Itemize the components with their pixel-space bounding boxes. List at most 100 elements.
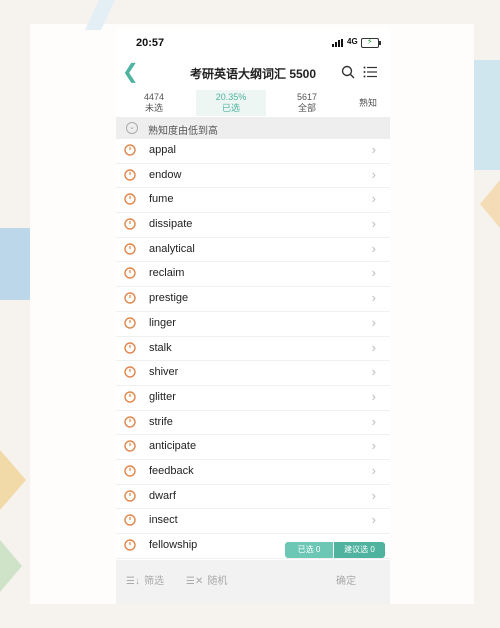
list-item[interactable]: appal ›	[116, 139, 390, 164]
network-label: 4G	[347, 37, 358, 46]
tab-label: 全部	[297, 103, 316, 113]
list-item[interactable]: dwarf ›	[116, 485, 390, 510]
selected-count-pill[interactable]: 已选 0	[285, 542, 333, 558]
tab-count: 5617	[296, 92, 318, 102]
tab-all[interactable]: 5617 全部	[270, 90, 344, 116]
word-label: strife	[149, 415, 173, 428]
list-item[interactable]: shiver ›	[116, 361, 390, 386]
progress-clock-icon	[124, 341, 136, 354]
list-item[interactable]: anticipate ›	[116, 435, 390, 460]
progress-clock-icon	[124, 391, 136, 403]
filter-label: 筛选	[143, 576, 164, 587]
chevron-right-icon: ›	[371, 388, 376, 404]
word-label: dwarf	[149, 489, 176, 502]
decor-shape	[0, 228, 30, 300]
progress-clock-icon	[124, 514, 136, 527]
signal-icon	[332, 39, 345, 47]
progress-clock-icon	[124, 465, 136, 477]
chevron-right-icon: ›	[371, 314, 376, 330]
random-button[interactable]: ☰✕ 随机	[186, 572, 227, 587]
progress-clock-icon	[124, 489, 136, 502]
chevron-right-icon: ›	[371, 438, 376, 454]
chevron-right-icon: ›	[371, 364, 376, 380]
progress-clock-icon	[124, 292, 136, 304]
chevron-right-icon: ›	[371, 290, 376, 306]
chevron-down-icon: ⌄	[126, 122, 138, 134]
word-label: reclaim	[149, 267, 185, 280]
word-label: fume	[149, 193, 174, 206]
chevron-right-icon: ›	[371, 265, 376, 281]
decor-shape	[0, 540, 22, 592]
chevron-right-icon: ›	[371, 142, 376, 157]
nav-bar: ❮ 考研英语大纲词汇 5500	[116, 58, 390, 88]
progress-clock-icon	[124, 243, 136, 255]
tab-bar: 4474 未选 20.35% 已选 5617 全部 熟知	[116, 90, 390, 116]
word-label: prestige	[149, 292, 189, 305]
list-item[interactable]: insect ›	[116, 509, 390, 534]
list-item[interactable]: dissipate ›	[116, 213, 390, 238]
chevron-right-icon: ›	[371, 166, 376, 182]
search-icon[interactable]	[340, 64, 356, 80]
random-label: 随机	[207, 576, 228, 587]
confirm-button[interactable]: 确定	[336, 572, 356, 587]
word-label: anticipate	[149, 440, 197, 453]
word-label: insect	[149, 514, 178, 527]
progress-clock-icon	[124, 267, 136, 280]
suggested-count-pill[interactable]: 建议选 0	[334, 542, 385, 558]
progress-clock-icon	[124, 168, 136, 181]
chevron-right-icon: ›	[371, 512, 376, 528]
word-label: shiver	[149, 366, 179, 379]
status-time: 20:57	[136, 37, 165, 49]
word-label: appal	[149, 144, 176, 156]
bottom-bar: ☰↓ 筛选 ☰✕ 随机 确定	[116, 560, 390, 604]
sort-label: 熟知度由低到高	[148, 126, 218, 137]
sort-filter-icon: ☰↓	[126, 576, 140, 587]
tab-count: 4474	[143, 92, 165, 102]
list-item[interactable]: glitter ›	[116, 386, 390, 411]
chevron-right-icon: ›	[371, 191, 376, 207]
chevron-right-icon: ›	[371, 339, 376, 355]
selection-counter: 已选 0 建议选 0	[285, 542, 385, 558]
tab-label: 熟知	[358, 98, 377, 108]
list-item[interactable]: endow ›	[116, 164, 390, 189]
word-label: linger	[149, 316, 176, 329]
chevron-right-icon: ›	[371, 487, 376, 503]
list-item[interactable]: prestige ›	[116, 287, 390, 312]
tab-label: 已选	[221, 103, 240, 113]
chevron-right-icon: ›	[371, 462, 376, 478]
word-label: dissipate	[149, 218, 193, 231]
word-label: endow	[149, 168, 182, 181]
list-item[interactable]: feedback ›	[116, 460, 390, 485]
chevron-right-icon: ›	[371, 216, 376, 232]
list-item[interactable]: stalk ›	[116, 337, 390, 362]
chevron-right-icon: ›	[371, 413, 376, 429]
list-item[interactable]: analytical ›	[116, 238, 390, 263]
confirm-label: 确定	[336, 576, 356, 587]
tab-label: 未选	[144, 103, 163, 113]
progress-clock-icon	[124, 366, 136, 378]
progress-clock-icon	[124, 218, 136, 230]
list-menu-icon[interactable]	[362, 64, 378, 80]
word-label: glitter	[149, 390, 176, 403]
list-item[interactable]: linger ›	[116, 312, 390, 337]
shuffle-icon: ☰✕	[186, 576, 204, 587]
progress-clock-icon	[124, 193, 136, 206]
progress-clock-icon	[124, 539, 136, 551]
sort-bar[interactable]: ⌄ 熟知度由低到高	[116, 117, 390, 139]
tab-count: 20.35%	[215, 92, 247, 102]
tab-unselected[interactable]: 4474 未选	[116, 90, 192, 116]
list-item[interactable]: reclaim ›	[116, 262, 390, 288]
decor-shape	[474, 60, 500, 170]
word-label: stalk	[149, 341, 172, 354]
battery-icon: ⚡	[361, 37, 381, 48]
word-label: fellowship	[149, 539, 198, 551]
progress-clock-icon	[124, 440, 136, 452]
list-item[interactable]: strife ›	[116, 411, 390, 436]
word-label: analytical	[149, 242, 195, 255]
filter-button[interactable]: ☰↓ 筛选	[126, 572, 164, 587]
tab-known[interactable]: 熟知	[346, 90, 390, 116]
list-item[interactable]: fume ›	[116, 188, 390, 214]
progress-clock-icon	[124, 144, 136, 156]
progress-clock-icon	[124, 317, 136, 329]
tab-selected[interactable]: 20.35% 已选	[196, 90, 266, 116]
